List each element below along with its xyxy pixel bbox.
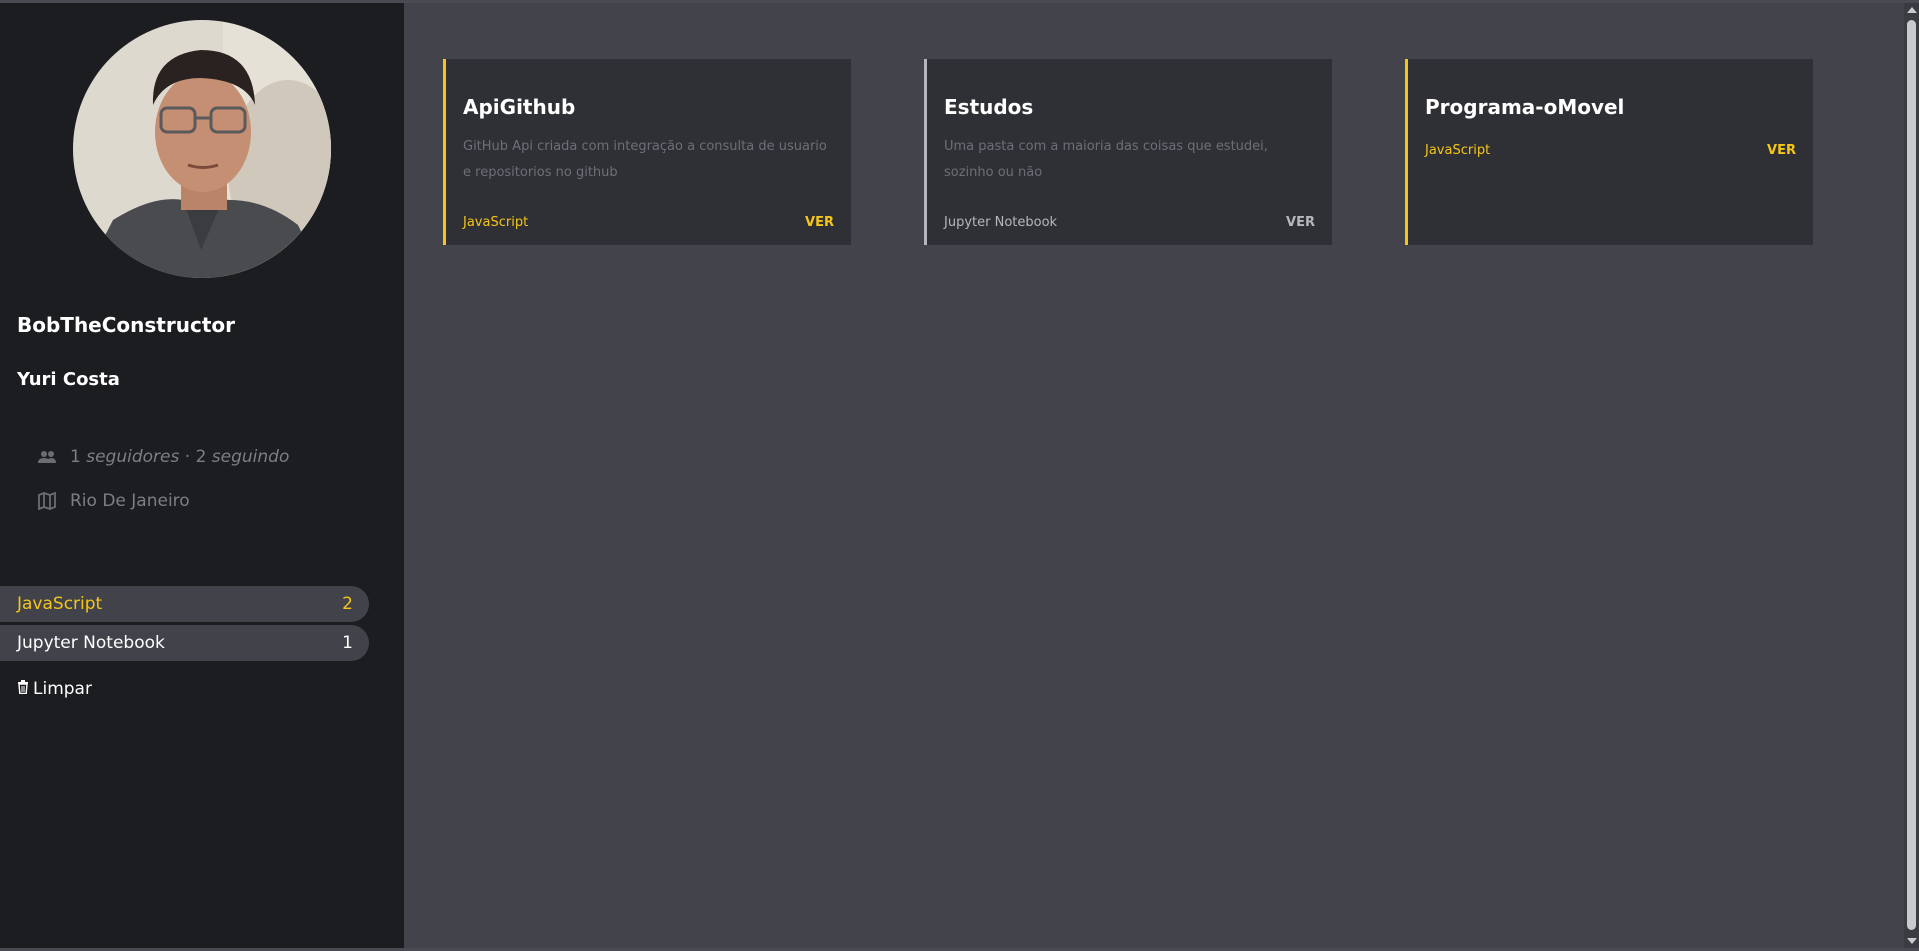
real-name: Yuri Costa: [17, 369, 120, 390]
clear-filters-button[interactable]: Limpar: [17, 679, 92, 699]
filter-label: Jupyter Notebook: [17, 633, 165, 653]
vertical-scrollbar[interactable]: [1904, 3, 1919, 948]
clear-label: Limpar: [33, 679, 92, 699]
repo-card: Programa-oMovel JavaScript VER: [1405, 59, 1813, 245]
view-repo-link[interactable]: VER: [1767, 143, 1796, 158]
profile-sidebar: BobTheConstructor Yuri Costa 1 seguidore…: [0, 3, 404, 948]
filter-count: 2: [342, 594, 353, 614]
repo-list: ApiGithub GitHub Api criada com integraç…: [404, 3, 1919, 948]
scroll-down-icon[interactable]: [1907, 938, 1917, 944]
followers-label: seguidores: [86, 447, 180, 467]
repo-footer: Jupyter Notebook VER: [944, 215, 1315, 230]
repo-footer: JavaScript VER: [463, 215, 834, 230]
filter-javascript[interactable]: JavaScript 2: [0, 586, 369, 622]
repo-language: Jupyter Notebook: [944, 215, 1058, 230]
filter-label: JavaScript: [17, 594, 103, 614]
repo-title: ApiGithub: [463, 95, 576, 119]
filter-count: 1: [342, 633, 353, 653]
repo-description: Uma pasta com a maioria das coisas que e…: [944, 139, 1268, 180]
followers-count: 1: [70, 447, 81, 467]
people-icon: [36, 446, 58, 468]
repo-language: JavaScript: [1425, 143, 1491, 158]
repo-card: Estudos Uma pasta com a maioria das cois…: [924, 59, 1332, 245]
repo-card: ApiGithub GitHub Api criada com integraç…: [443, 59, 851, 245]
filter-jupyter-notebook[interactable]: Jupyter Notebook 1: [0, 625, 369, 661]
username: BobTheConstructor: [17, 313, 235, 337]
repo-title: Programa-oMovel: [1425, 95, 1625, 119]
scroll-thumb[interactable]: [1907, 20, 1916, 930]
repo-description: GitHub Api criada com integração a consu…: [463, 139, 827, 180]
repo-language: JavaScript: [463, 215, 529, 230]
location-info: Rio De Janeiro: [36, 490, 190, 512]
repo-title: Estudos: [944, 95, 1034, 119]
scroll-up-icon[interactable]: [1907, 7, 1917, 13]
trash-icon: [17, 679, 29, 699]
separator: ·: [184, 447, 191, 467]
profile-photo-icon: [73, 20, 331, 278]
following-label: seguindo: [211, 447, 290, 467]
repo-footer: JavaScript VER: [1425, 143, 1796, 158]
following-count: 2: [195, 447, 207, 467]
app-window: BobTheConstructor Yuri Costa 1 seguidore…: [0, 0, 1919, 951]
view-repo-link[interactable]: VER: [805, 215, 834, 230]
avatar: [73, 20, 331, 278]
location-text: Rio De Janeiro: [70, 491, 190, 511]
map-icon: [36, 490, 58, 512]
view-repo-link[interactable]: VER: [1286, 215, 1315, 230]
followers-info: 1 seguidores · 2 seguindo: [36, 446, 289, 468]
